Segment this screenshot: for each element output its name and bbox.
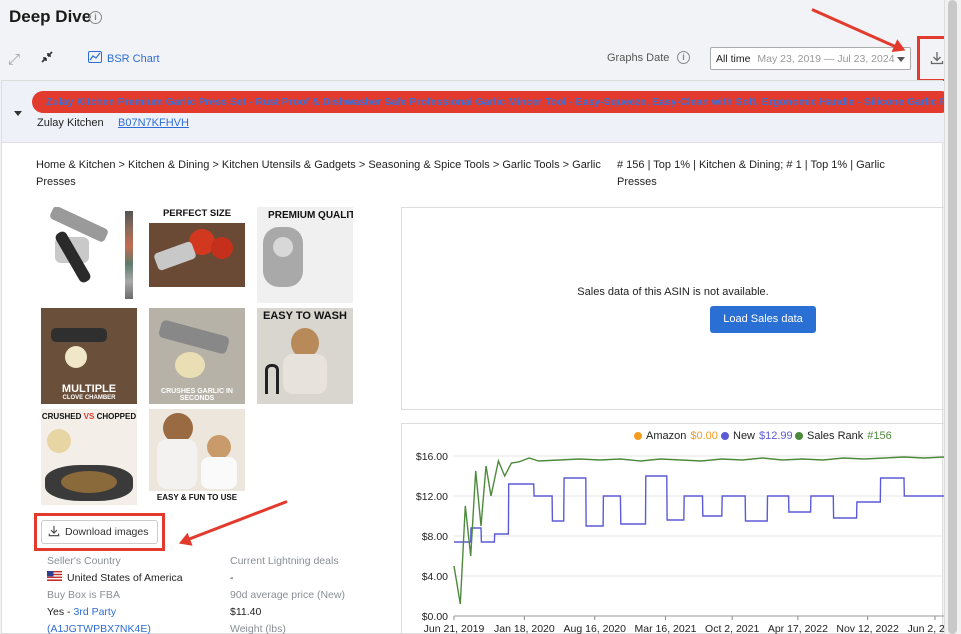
category-ranks: # 156 | Top 1% | Kitchen & Dining; # 1 |… <box>617 159 885 188</box>
product-image-6[interactable]: EASY TO WASH <box>257 308 353 404</box>
sales-panel: Sales data of this ASIN is not available… <box>401 207 945 410</box>
load-sales-button[interactable]: Load Sales data <box>710 306 816 333</box>
chart-icon <box>88 51 102 66</box>
date-range-selected: All time <box>716 53 751 65</box>
buy-box-value: Yes - 3rd Party <box>47 604 217 621</box>
bsr-chart-label: BSR Chart <box>107 52 160 65</box>
expand-icon[interactable]: ⤢ <box>8 51 20 68</box>
product-image-4[interactable]: MULTIPLE CLOVE CHAMBER <box>41 308 137 404</box>
sales-message: Sales data of this ASIN is not available… <box>577 286 769 298</box>
legend-dot-new <box>721 432 729 440</box>
y-tick-label: $0.00 <box>422 611 448 623</box>
x-tick-label: Nov 12, 2022 <box>836 623 899 634</box>
asin-link[interactable]: B07N7KFHVH <box>118 117 189 129</box>
details-right: Current Lightning deals - 90d average pr… <box>230 553 400 634</box>
legend-new[interactable]: New $12.99 <box>721 430 793 442</box>
image-label-premium-quality: PREMIUM QUALITY <box>268 210 353 221</box>
chart-plot[interactable]: $0.00 $4.00 $8.00 $12.00 $16.00 Jun 21, 2019 J… <box>402 424 961 634</box>
flag-icon <box>47 570 62 587</box>
details-left: Seller's Country United States of Americ… <box>47 553 217 634</box>
download-images-label: Download images <box>65 526 149 538</box>
y-tick-label: $8.00 <box>422 531 448 543</box>
y-tick-label: $16.00 <box>416 451 448 463</box>
legend-value-new: $12.99 <box>759 430 793 442</box>
image-label-crushed: CRUSHED <box>41 412 82 421</box>
legend-dot-amazon <box>634 432 642 440</box>
legend-value-sales-rank: #156 <box>867 430 892 442</box>
image-label-vs: VS <box>83 412 95 421</box>
download-images-highlight: Download images <box>34 513 165 551</box>
collapse-icon[interactable] <box>40 50 54 68</box>
legend-name-amazon: Amazon <box>646 430 687 442</box>
price-chart: Amazon $0.00 New $12.99 Sales Rank #156 … <box>401 423 961 634</box>
product-image-3[interactable]: PREMIUM QUALITY <box>257 207 353 303</box>
legend-dot-sales-rank <box>795 432 803 440</box>
x-tick-label: Aug 16, 2020 <box>564 623 627 634</box>
x-tick-label: Apr 17, 2022 <box>768 623 828 634</box>
lightning-label: Current Lightning deals <box>230 555 339 567</box>
graphs-date-label: Graphs Date <box>607 52 670 64</box>
lightning-value: - <box>230 572 234 584</box>
product-image-1[interactable] <box>41 207 137 303</box>
image-label-crushes-garlic: CRUSHES GARLIC IN SECONDS <box>161 388 233 403</box>
series-line-sales-rank <box>453 456 945 605</box>
sellers-country-label: Seller's Country <box>47 555 121 567</box>
product-image-5[interactable]: CRUSHES GARLIC IN SECONDS <box>149 308 245 404</box>
expand-row-icon[interactable] <box>14 111 22 116</box>
legend-value-amazon: $0.00 <box>690 430 718 442</box>
x-tick-label: Jun 2, 2023 <box>908 623 946 634</box>
sellers-country-value: United States of America <box>67 572 183 584</box>
info-icon[interactable]: i <box>89 11 102 24</box>
date-range-text: May 23, 2019 — Jul 23, 2024 <box>757 53 895 65</box>
scrollbar[interactable] <box>944 0 961 634</box>
legend-sales-rank[interactable]: Sales Rank #156 <box>795 430 892 442</box>
image-label-multiple: MULTIPLE <box>61 383 117 395</box>
y-tick-label: $4.00 <box>422 571 448 583</box>
product-title[interactable]: Zulay Kitchen Premium Garlic Press Set -… <box>32 91 952 113</box>
image-label-clove-chamber: CLOVE CHAMBER <box>62 395 116 401</box>
buy-box-seller-id[interactable]: (A1JGTWPBX7NK4E) <box>47 621 217 634</box>
weight-label: Weight (lbs) <box>230 623 286 634</box>
sellers-country-value-row: United States of America <box>47 570 217 587</box>
image-label-perfect-size: PERFECT SIZE <box>162 208 232 219</box>
legend-amazon[interactable]: Amazon $0.00 <box>634 430 718 442</box>
brand-name: Zulay Kitchen <box>37 117 104 129</box>
buy-box-seller-id-link[interactable]: (A1JGTWPBX7NK4E) <box>47 623 151 634</box>
product-image-7[interactable]: CRUSHED VS CHOPPED <box>41 409 137 505</box>
y-tick-label: $12.00 <box>416 491 448 503</box>
page-title: Deep Dive <box>9 7 92 26</box>
product-image-8[interactable]: EASY & FUN TO USE <box>149 409 245 505</box>
date-range-select[interactable]: All time May 23, 2019 — Jul 23, 2024 <box>710 47 911 70</box>
image-label-easy-to-wash: EASY TO WASH <box>263 310 347 322</box>
x-tick-label: Mar 16, 2021 <box>635 623 697 634</box>
x-tick-label: Jan 18, 2020 <box>494 623 555 634</box>
download-icon <box>48 525 60 540</box>
image-label-easy-fun: EASY & FUN TO USE <box>156 493 238 502</box>
buy-box-yes: Yes <box>47 606 65 618</box>
bsr-chart-button[interactable]: BSR Chart <box>88 51 160 66</box>
buy-box-party-link[interactable]: 3rd Party <box>73 606 116 618</box>
buy-box-label: Buy Box is FBA <box>47 589 120 601</box>
product-image-2[interactable]: PERFECT SIZE <box>149 207 245 303</box>
x-tick-label: Jun 21, 2019 <box>424 623 485 634</box>
product-row: Zulay Kitchen Premium Garlic Press Set -… <box>2 81 952 143</box>
download-icon <box>930 51 944 68</box>
legend-name-new: New <box>733 430 756 442</box>
series-line-new <box>454 475 945 543</box>
scrollbar-thumb[interactable] <box>948 0 957 634</box>
download-images-button[interactable]: Download images <box>41 520 158 544</box>
avg-price-value: $11.40 <box>230 606 262 618</box>
chevron-down-icon <box>897 57 905 62</box>
avg-price-label: 90d average price (New) <box>230 589 345 601</box>
legend-name-sales-rank: Sales Rank <box>807 430 864 442</box>
x-tick-label: Oct 2, 2021 <box>705 623 759 634</box>
product-card: Zulay Kitchen Premium Garlic Press Set -… <box>1 80 961 634</box>
category-path: Home & Kitchen > Kitchen & Dining > Kitc… <box>36 159 601 188</box>
info-icon[interactable]: i <box>677 51 690 64</box>
image-label-chopped: CHOPPED <box>96 412 137 421</box>
